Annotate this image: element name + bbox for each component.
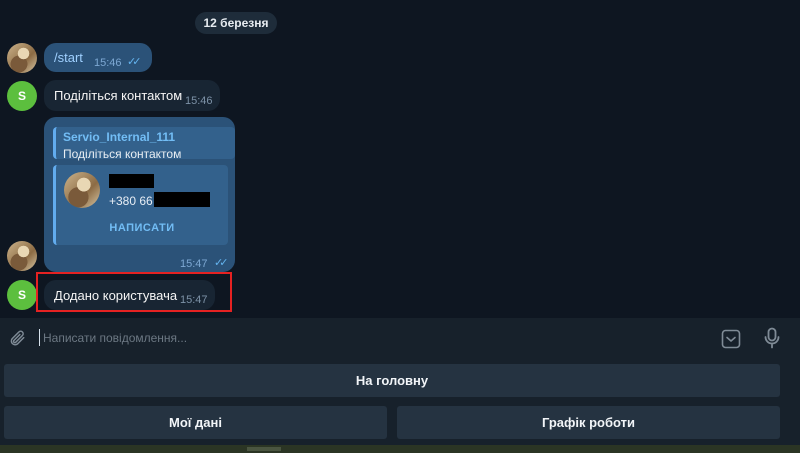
message-time: 15:46: [185, 95, 213, 107]
message-input[interactable]: Написати повідомлення...: [43, 331, 187, 345]
paperclip-icon[interactable]: [8, 329, 26, 350]
message-share-contact[interactable]: Поділіться контактом 15:46: [44, 80, 220, 111]
schedule-button[interactable]: Графік роботи: [397, 406, 780, 439]
bot-avatar[interactable]: S: [7, 81, 37, 111]
chat-area: 12 березня /start 15:46 ✓✓ S Поділіться …: [0, 0, 800, 318]
reply-author: Servio_Internal_111: [63, 130, 176, 144]
bottom-strip: [0, 445, 800, 453]
contact-phone: +380 66: [109, 194, 153, 208]
message-text: Поділіться контактом: [54, 88, 183, 103]
message-start[interactable]: /start 15:46 ✓✓: [44, 43, 152, 72]
home-button[interactable]: На головну: [4, 364, 780, 397]
message-text[interactable]: /start: [54, 50, 83, 66]
message-contact[interactable]: Servio_Internal_111 Поділіться контактом…: [44, 117, 235, 272]
redacted-phone: [154, 192, 210, 207]
highlight-box: [36, 272, 232, 312]
message-time: 15:47: [180, 258, 208, 270]
message-time: 15:46: [94, 57, 122, 69]
contact-card[interactable]: +380 66 НАПИСАТИ: [53, 165, 228, 245]
microphone-icon[interactable]: [763, 327, 781, 352]
bot-keyboard: На головну Мої дані Графік роботи: [0, 358, 800, 453]
message-composer: Написати повідомлення...: [0, 318, 800, 358]
read-checks-icon: ✓✓: [127, 56, 142, 68]
redacted-name: [109, 174, 154, 188]
date-label: 12 березня: [195, 12, 277, 34]
reply-text: Поділіться контактом: [63, 147, 182, 161]
my-data-button[interactable]: Мої дані: [4, 406, 387, 439]
bot-keyboard-icon[interactable]: [721, 329, 741, 352]
user-avatar[interactable]: [7, 241, 37, 271]
reply-quote[interactable]: Servio_Internal_111 Поділіться контактом: [53, 127, 235, 161]
bot-avatar[interactable]: S: [7, 280, 37, 310]
contact-avatar: [64, 172, 100, 208]
text-caret: [39, 329, 40, 346]
read-checks-icon: ✓✓: [214, 257, 229, 269]
user-avatar[interactable]: [7, 43, 37, 73]
strip-mark: [247, 447, 281, 451]
write-button[interactable]: НАПИСАТИ: [56, 220, 228, 236]
